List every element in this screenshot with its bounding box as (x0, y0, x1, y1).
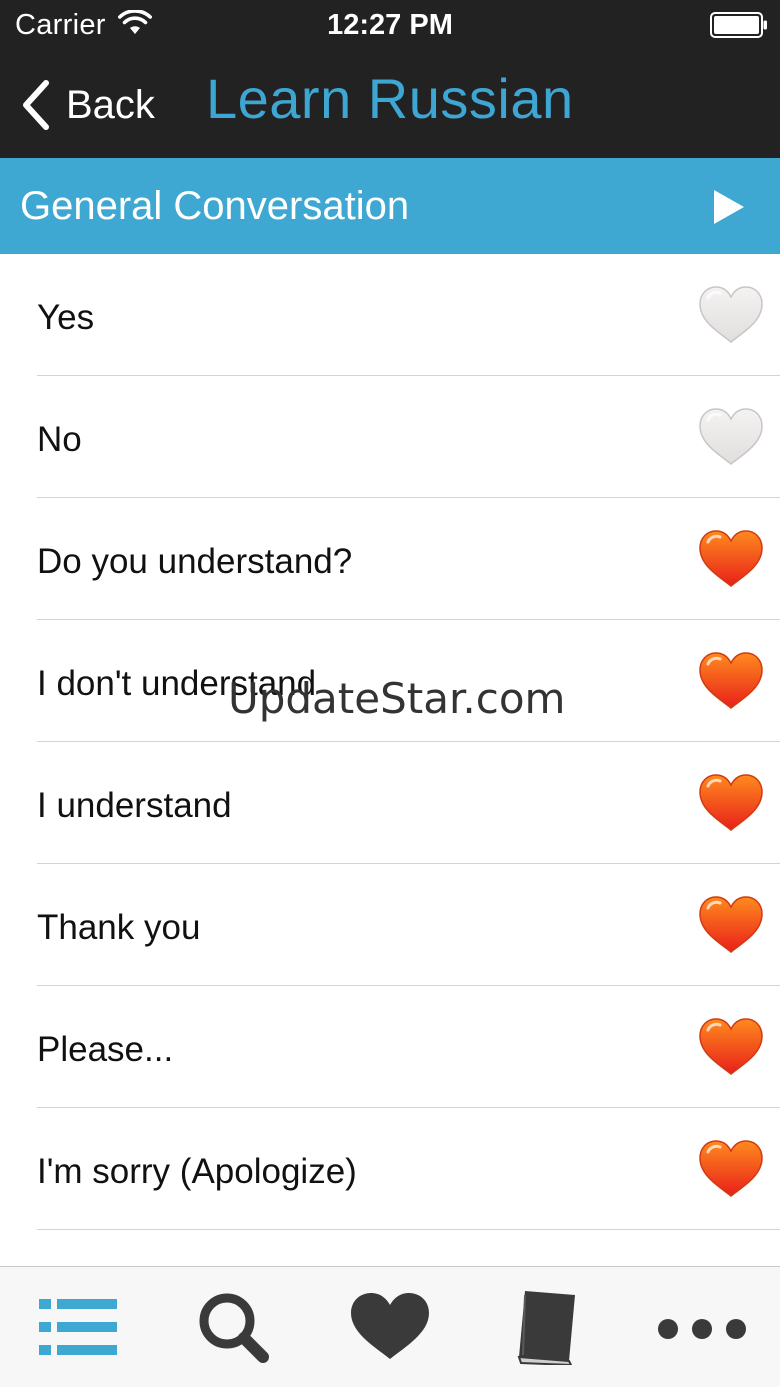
tab-list[interactable] (33, 1289, 123, 1365)
heart-filled-icon[interactable] (696, 650, 766, 712)
tab-bar (0, 1266, 780, 1387)
battery-icon (710, 12, 767, 38)
heart-filled-icon[interactable] (696, 1016, 766, 1078)
status-time: 12:27 PM (327, 9, 453, 41)
list-item[interactable]: Please... (0, 986, 780, 1108)
list-item[interactable]: No (0, 376, 780, 498)
heart-icon (351, 1293, 429, 1359)
phrase-label: I understand (37, 786, 232, 825)
chevron-left-icon (23, 80, 49, 130)
play-icon[interactable] (712, 188, 746, 226)
phrase-label: Do you understand? (37, 542, 353, 581)
category-title: General Conversation (20, 184, 410, 228)
navigation-bar: Back Learn Russian (0, 52, 780, 158)
phrase-list: Yes No Do you understand? I don't understan… (0, 254, 780, 1266)
heart-filled-icon[interactable] (696, 528, 766, 590)
status-bar: Carrier 12:27 PM (0, 0, 780, 52)
heart-filled-icon[interactable] (696, 772, 766, 834)
book-icon (517, 1291, 575, 1365)
phrase-label: I'm sorry (Apologize) (37, 1152, 357, 1191)
phrase-label: Please... (37, 1030, 174, 1069)
list-item[interactable]: I'm sorry (Apologize) (0, 1108, 780, 1230)
heart-outline-icon[interactable] (696, 406, 766, 468)
tab-favorites[interactable] (345, 1289, 435, 1365)
category-header[interactable]: General Conversation (0, 158, 780, 254)
app-screen: Carrier 12:27 PM Back Learn Russian Gene… (0, 0, 780, 1387)
back-label: Back (66, 82, 155, 127)
tab-dictionary[interactable] (501, 1289, 591, 1365)
more-icon (658, 1319, 746, 1339)
phrase-label: No (37, 420, 82, 459)
heart-outline-icon[interactable] (696, 284, 766, 346)
list-item[interactable]: Thank you (0, 864, 780, 986)
page-title: Learn Russian (206, 67, 574, 130)
list-icon (39, 1299, 117, 1355)
list-item[interactable]: Yes (0, 254, 780, 376)
list-item[interactable]: I understand (0, 742, 780, 864)
tab-more[interactable] (657, 1289, 747, 1365)
phrase-label: Thank you (37, 908, 201, 947)
heart-filled-icon[interactable] (696, 894, 766, 956)
back-button[interactable]: Back (18, 72, 155, 138)
list-item[interactable]: I don't understand (0, 620, 780, 742)
heart-filled-icon[interactable] (696, 1138, 766, 1200)
phrase-label: Yes (37, 298, 95, 337)
tab-search[interactable] (189, 1289, 279, 1365)
list-item[interactable]: Do you understand? (0, 498, 780, 620)
phrase-label: I don't understand (37, 664, 317, 703)
search-icon (199, 1293, 269, 1363)
